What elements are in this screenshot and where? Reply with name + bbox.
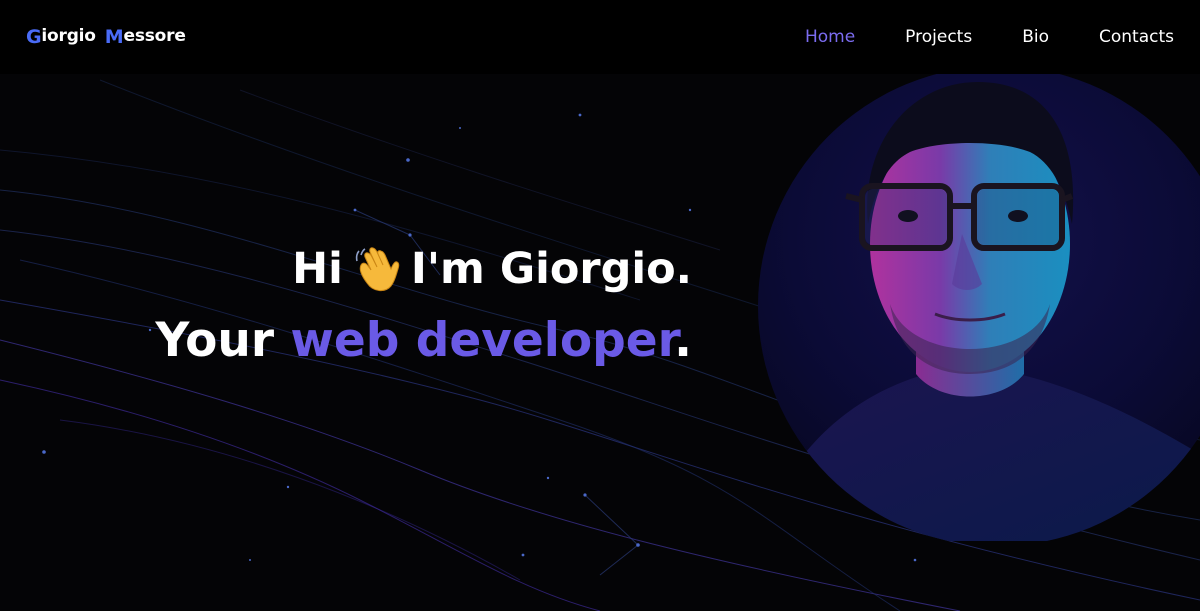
hero-tagline: Your web developer. — [155, 308, 692, 374]
tagline-prefix: Your — [155, 313, 275, 368]
tagline-suffix: . — [674, 313, 692, 368]
nav-link-projects[interactable]: Projects — [905, 27, 972, 47]
greeting-hi: Hi — [292, 244, 343, 294]
logo-last-rest: essore — [123, 26, 186, 46]
hero-greeting: Hi I'm Giorgio. — [155, 240, 692, 298]
top-navbar: Giorgio Messore Home Projects Bio Contac… — [0, 0, 1200, 74]
nav-link-bio[interactable]: Bio — [1022, 27, 1049, 47]
logo-first-initial: G — [26, 26, 42, 48]
waving-hand-icon — [353, 243, 405, 295]
logo-first-rest: iorgio — [41, 26, 96, 46]
greeting-intro: I'm Giorgio. — [410, 244, 692, 294]
nav-link-home[interactable]: Home — [805, 27, 855, 47]
site-logo[interactable]: Giorgio Messore — [26, 26, 186, 48]
tagline-role: web developer — [290, 313, 675, 368]
logo-last-initial: M — [104, 26, 124, 48]
nav-link-contacts[interactable]: Contacts — [1099, 27, 1174, 47]
hero-section: Hi I'm Giorgio. Your web developer. — [155, 240, 692, 374]
nav-menu: Home Projects Bio Contacts — [755, 27, 1174, 47]
logo-first-name: Giorgio — [26, 26, 96, 48]
logo-last-name: Messore — [105, 26, 186, 48]
profile-photo — [730, 74, 1200, 541]
